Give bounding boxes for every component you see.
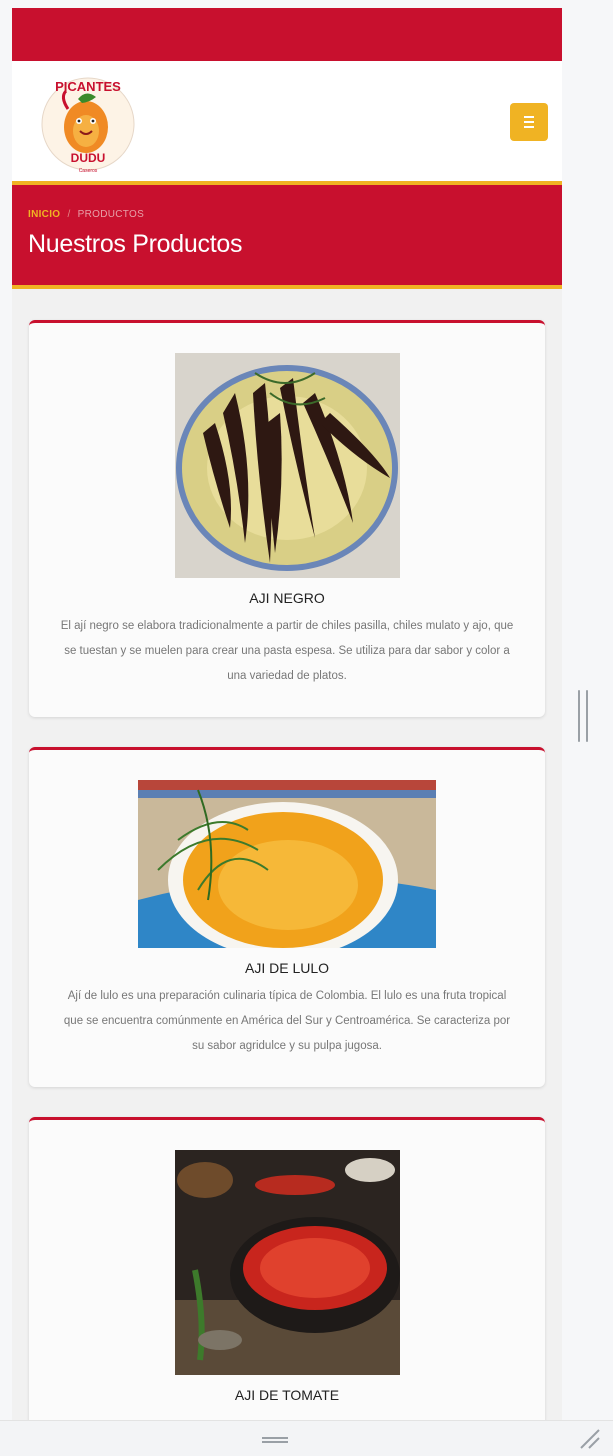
breadcrumb-home-link[interactable]: INICIO	[28, 209, 60, 220]
page-hero: INICIO / PRODUCTOS Nuestros Productos	[12, 185, 562, 289]
hamburger-icon-line	[524, 126, 534, 128]
resize-corner-icon[interactable]	[577, 1426, 601, 1450]
page-title: Nuestros Productos	[28, 230, 243, 258]
product-name[interactable]: AJI NEGRO	[45, 590, 529, 606]
picantes-dudu-logo[interactable]: PICANTES DUDU Caseros	[38, 69, 138, 179]
breadcrumb-separator: /	[67, 209, 71, 220]
site-header: PICANTES DUDU Caseros	[12, 61, 562, 185]
horizontal-resize-handle[interactable]	[262, 1437, 288, 1443]
breadcrumb-current: PRODUCTOS	[77, 209, 145, 220]
aji-de-lulo-image[interactable]	[138, 780, 436, 948]
bottom-toolbar	[0, 1420, 613, 1456]
product-card-aji-negro: AJI NEGRO El ají negro se elabora tradic…	[29, 320, 545, 717]
svg-text:Caseros: Caseros	[79, 168, 98, 174]
product-description: El ají negro se elabora tradicionalmente…	[60, 620, 514, 682]
breadcrumb: INICIO / PRODUCTOS	[28, 209, 546, 220]
product-list: AJI NEGRO El ají negro se elabora tradic…	[12, 289, 562, 1420]
product-name[interactable]: AJI DE TOMATE	[45, 1387, 529, 1403]
hamburger-icon-line	[524, 121, 534, 123]
product-card-aji-de-lulo: AJI DE LULO Ají de lulo es una preparaci…	[29, 747, 545, 1087]
svg-text:DUDU: DUDU	[71, 151, 106, 165]
top-bar	[12, 8, 562, 61]
vertical-resize-handle[interactable]	[578, 690, 588, 742]
product-description: Ají de lulo es una preparación culinaria…	[63, 990, 511, 1052]
aji-negro-image[interactable]	[174, 353, 400, 578]
product-card-aji-de-tomate: AJI DE TOMATE	[29, 1117, 545, 1420]
hamburger-icon	[524, 116, 534, 118]
product-name[interactable]: AJI DE LULO	[45, 960, 529, 976]
menu-toggle-button[interactable]	[510, 103, 548, 141]
viewport-page: PICANTES DUDU Caseros INICIO / PRODUCTOS…	[12, 8, 562, 1420]
aji-de-tomate-image[interactable]	[174, 1150, 400, 1375]
